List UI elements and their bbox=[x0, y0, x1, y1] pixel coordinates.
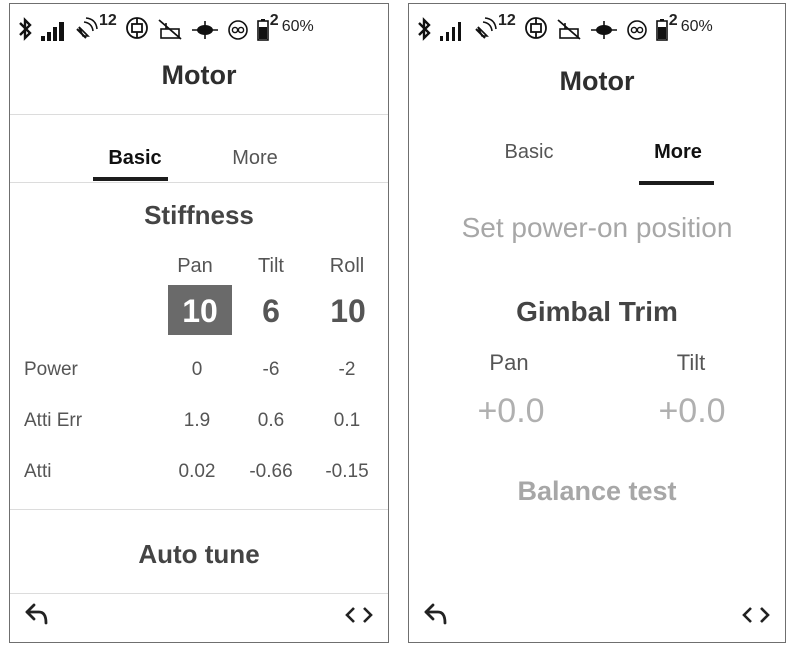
atti-err-roll: 0.1 bbox=[333, 410, 361, 431]
motor-screen-basic: 12 2 60% Motor Basic More Stiffness Pan … bbox=[9, 3, 389, 643]
atti-roll: -0.15 bbox=[325, 461, 369, 482]
battery-percent: 60% bbox=[680, 18, 713, 35]
divider bbox=[10, 182, 388, 183]
stiffness-tilt-value[interactable]: 6 bbox=[239, 285, 303, 335]
bluetooth-icon bbox=[417, 13, 431, 41]
set-power-on-position-button[interactable]: Set power-on position bbox=[409, 212, 785, 244]
satellite-icon: 12 bbox=[74, 13, 117, 41]
bluetooth-icon bbox=[18, 13, 32, 41]
satellite-count: 12 bbox=[498, 12, 516, 29]
back-arrow-icon[interactable] bbox=[423, 603, 449, 630]
column-header-roll: Roll bbox=[329, 255, 365, 277]
column-header-tilt: Tilt bbox=[258, 255, 284, 277]
signal-strength-icon bbox=[439, 13, 465, 41]
satellite-icon: 12 bbox=[473, 13, 516, 41]
no-camera-icon bbox=[556, 13, 582, 41]
tab-more[interactable]: More bbox=[633, 141, 723, 164]
gimbal-trim-title: Gimbal Trim bbox=[516, 296, 678, 327]
tab-more[interactable]: More bbox=[210, 147, 300, 170]
divider bbox=[10, 114, 388, 115]
power-tilt: -6 bbox=[262, 359, 280, 380]
atti-err-pan: 1.9 bbox=[183, 410, 211, 431]
no-camera-icon bbox=[157, 13, 183, 41]
divider bbox=[10, 593, 388, 594]
battery-percent: 60% bbox=[281, 18, 314, 35]
trim-label-tilt: Tilt bbox=[676, 350, 706, 375]
propeller-icon bbox=[227, 13, 249, 41]
atti-pan: 0.02 bbox=[178, 461, 216, 482]
motor-screen-more: 12 2 60% Motor Basic More Set power-on p… bbox=[408, 3, 786, 643]
stiffness-roll-value[interactable]: 10 bbox=[316, 285, 380, 335]
propeller-icon bbox=[626, 13, 648, 41]
signal-strength-icon bbox=[40, 13, 66, 41]
balance-test-button[interactable]: Balance test bbox=[409, 476, 785, 507]
tab-basic[interactable]: Basic bbox=[90, 147, 180, 170]
left-right-chevrons-icon[interactable] bbox=[741, 605, 771, 630]
power-pan: 0 bbox=[191, 359, 203, 380]
trim-value-tilt[interactable]: +0.0 bbox=[622, 392, 762, 431]
power-roll: -2 bbox=[338, 359, 356, 380]
page-title: Motor bbox=[161, 60, 237, 90]
status-bar: 12 2 60% bbox=[409, 4, 785, 50]
tab-active-indicator bbox=[93, 177, 168, 181]
back-arrow-icon[interactable] bbox=[24, 603, 50, 630]
stiffness-title: Stiffness bbox=[144, 200, 254, 230]
row-label-atti: Atti bbox=[24, 461, 52, 482]
column-header-pan: Pan bbox=[177, 255, 213, 277]
battery-index: 2 bbox=[269, 12, 279, 29]
battery-icon: 2 60% bbox=[655, 12, 713, 41]
row-label-power: Power bbox=[24, 359, 78, 380]
auto-tune-button[interactable]: Auto tune bbox=[10, 539, 388, 570]
gimbal-icon bbox=[125, 13, 149, 41]
page-title: Motor bbox=[559, 66, 635, 96]
drone-icon bbox=[590, 13, 618, 41]
tab-active-indicator bbox=[639, 181, 714, 185]
battery-icon: 2 60% bbox=[256, 12, 314, 41]
left-right-chevrons-icon[interactable] bbox=[344, 605, 374, 630]
atti-err-tilt: 0.6 bbox=[257, 410, 285, 431]
divider bbox=[10, 509, 388, 510]
atti-tilt: -0.66 bbox=[249, 461, 293, 482]
row-label-atti-err: Atti Err bbox=[24, 410, 83, 431]
satellite-count: 12 bbox=[99, 12, 117, 29]
tab-basic[interactable]: Basic bbox=[484, 141, 574, 164]
drone-icon bbox=[191, 13, 219, 41]
trim-value-pan[interactable]: +0.0 bbox=[441, 392, 581, 431]
status-bar: 12 2 60% bbox=[10, 4, 388, 50]
stiffness-pan-value[interactable]: 10 bbox=[168, 285, 232, 335]
gimbal-icon bbox=[524, 13, 548, 41]
trim-label-pan: Pan bbox=[489, 350, 529, 375]
battery-index: 2 bbox=[668, 12, 678, 29]
